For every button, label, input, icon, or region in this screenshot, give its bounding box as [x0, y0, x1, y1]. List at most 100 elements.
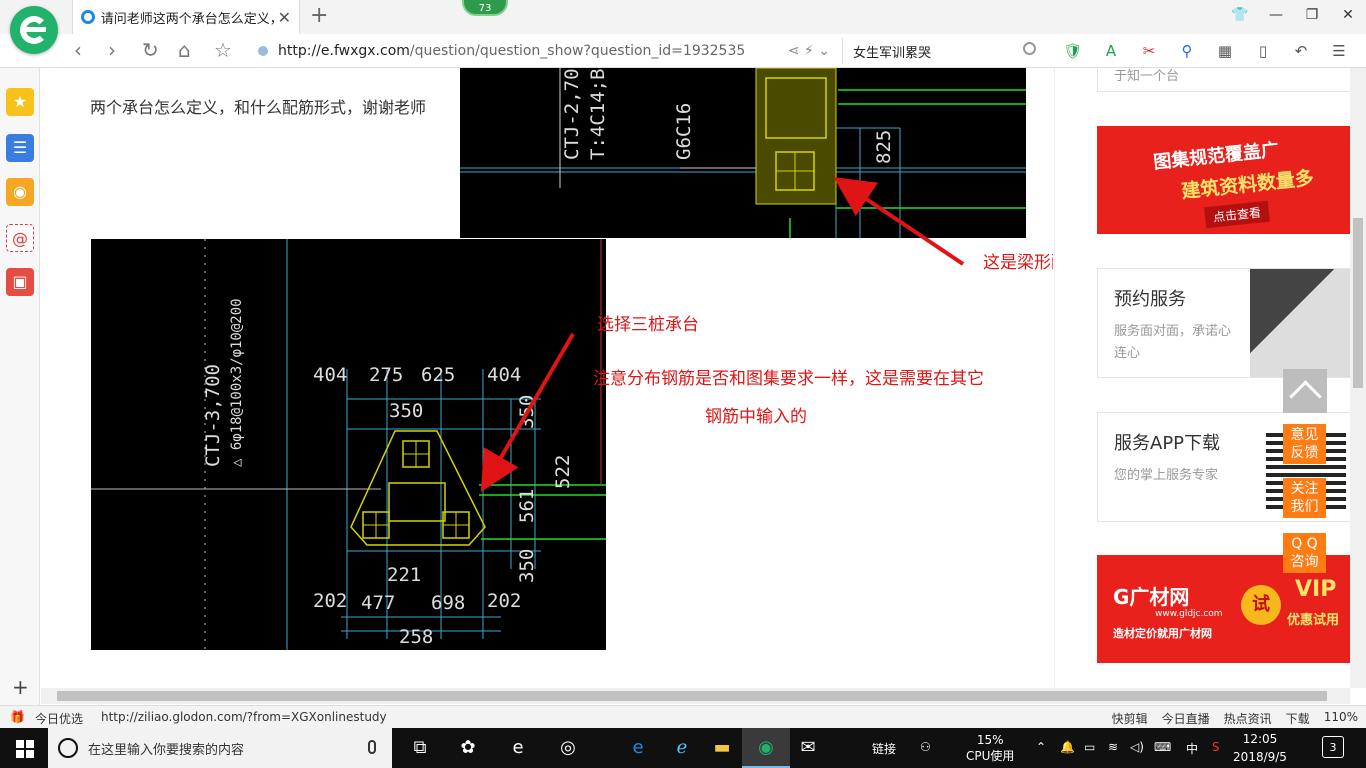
tab-title: 请问老师这两个承台怎么定义，谢谢老师 [100, 11, 278, 27]
qq-consult-button[interactable]: Q Q 咨询 [1283, 533, 1326, 573]
wifi-icon[interactable]: ≋ [1108, 740, 1118, 754]
follow-us-button[interactable]: 关注 我们 [1283, 478, 1326, 518]
address-bar[interactable]: http://e.fwxgx.com/question/question_sho… [258, 38, 838, 64]
handshake-image [1250, 269, 1350, 377]
links-label[interactable]: 链接 [872, 740, 896, 757]
gldjc-tagline: 造材定价就用广材网 [1113, 627, 1212, 640]
banner-atlas[interactable]: 图集规范覆盖广 建筑资料数量多 点击查看 [1097, 126, 1350, 234]
feedback-button[interactable]: 意见 反馈 [1283, 424, 1326, 464]
card-app-title: 服务APP下载 [1114, 433, 1221, 454]
restore-icon[interactable]: ❐ [1294, 0, 1330, 30]
reader-icon[interactable]: ▯ [1250, 38, 1276, 64]
shirt-icon[interactable]: 👕 [1222, 0, 1258, 30]
title-bar: 请问老师这两个承台怎么定义，谢谢老师 ✕ + 73 👕 — ❐ ✕ [0, 0, 1366, 34]
keyboard-icon[interactable]: ⌨ [1154, 740, 1171, 754]
undo-icon[interactable]: ↶ [1288, 38, 1314, 64]
microphone-icon[interactable] [368, 740, 376, 754]
magnifier-icon[interactable]: ⚲ [1174, 38, 1200, 64]
gldjc-logo: G广材网 [1113, 585, 1190, 609]
back-icon[interactable]: ‹ [74, 38, 82, 62]
browser-logo-icon[interactable] [10, 6, 58, 54]
card-appointment-sub: 服务面对面，承诺心连心 [1114, 324, 1232, 361]
refresh-icon[interactable]: ↻ [142, 38, 159, 62]
volume-icon[interactable]: ◁) [1130, 740, 1144, 754]
email-icon[interactable]: @ [6, 224, 34, 252]
gift-icon[interactable]: 🎁 [10, 710, 25, 727]
search-query: 女生军训累哭 [853, 45, 932, 61]
tray-chevron-icon[interactable]: ⌃ [1036, 740, 1046, 754]
top-card-text: 于知一个台 [1114, 69, 1180, 84]
horizontal-scroll-thumb[interactable] [57, 691, 1327, 701]
vertical-scroll-thumb[interactable] [1353, 218, 1363, 388]
edge-browser-icon[interactable]: e [494, 728, 542, 768]
start-button[interactable] [0, 728, 48, 768]
annotation-three-pile: 选择三桩承台 [597, 315, 699, 335]
card-app-sub: 您的掌上服务专家 [1114, 468, 1219, 483]
minimize-icon[interactable]: — [1258, 0, 1294, 30]
side-panel: ★ ☰ ◉ @ ▣ + [0, 68, 40, 705]
mail-icon[interactable]: ✉ [784, 728, 832, 768]
file-explorer-icon[interactable]: ▬ [698, 728, 746, 768]
status-bar: 🎁 今日优选 http://ziliao.glodon.com/?from=XG… [0, 705, 1366, 728]
top-card-partial[interactable]: 于知一个台 [1097, 68, 1350, 92]
translate-icon[interactable]: A [1098, 38, 1124, 64]
close-window-icon[interactable]: ✕ [1330, 0, 1366, 30]
shield-icon[interactable]: 🛡 [1060, 38, 1086, 64]
ime-indicator[interactable]: 中 [1186, 740, 1198, 757]
search-icon[interactable] [1023, 42, 1036, 55]
tab-close-icon[interactable]: ✕ [278, 8, 291, 27]
apps-grid-icon[interactable]: ▦ [1212, 38, 1238, 64]
edge-icon[interactable]: e [614, 728, 662, 768]
game-icon[interactable]: ▣ [6, 268, 34, 296]
taskbar-search-placeholder: 在这里输入你要搜索的内容 [88, 742, 245, 758]
battery-icon[interactable]: ▭ [1084, 740, 1095, 754]
reading-list-icon[interactable]: ☰ [6, 134, 34, 162]
card-appointment[interactable]: 预约服务 服务面对面，承诺心连心 [1097, 268, 1350, 378]
favorite-star-icon[interactable]: ☆ [214, 38, 232, 62]
new-tab-icon[interactable]: + [310, 3, 328, 28]
task-view-icon[interactable]: ⧉ [396, 728, 444, 768]
navigation-toolbar: ‹ › ↻ ⌂ ☆ http://e.fwxgx.com/question/qu… [0, 34, 1366, 68]
status-item[interactable]: 快剪辑 [1112, 710, 1148, 727]
home-icon[interactable]: ⌂ [178, 38, 191, 62]
cortana-icon [58, 738, 78, 758]
url-text: http://e.fwxgx.com/question/question_sho… [278, 43, 746, 59]
vertical-scrollbar[interactable] [1350, 68, 1366, 688]
taskbar-clock[interactable]: 12:05 2018/9/5 [1230, 730, 1290, 766]
notification-bell-icon[interactable]: 🔔 [1060, 740, 1075, 754]
pinwheel-app-icon[interactable]: ✿ [444, 728, 492, 768]
site-info-icon[interactable] [258, 46, 268, 56]
scissors-icon[interactable]: ✂ [1136, 38, 1162, 64]
status-item[interactable]: 下载 [1286, 710, 1310, 727]
notification-badge[interactable]: 73 [462, 0, 508, 16]
sogou-icon[interactable]: S [1212, 740, 1220, 754]
cpu-usage: 15% CPU使用 [966, 733, 1015, 763]
card-appointment-title: 预约服务 [1114, 289, 1186, 310]
trial-circle: 试 [1241, 585, 1281, 625]
gldjc-url: www.gldjc.com [1155, 609, 1223, 619]
windows-taskbar: 在这里输入你要搜索的内容 ⧉ ✿ e ◎ e ℯ ▬ ◉ ✉ 链接 ⚇ 15% C… [0, 728, 1366, 768]
browser-tab[interactable]: 请问老师这两个承台怎么定义，谢谢老师 ✕ [72, 0, 300, 34]
toolbar-icons: 🛡 A ✂ ⚲ ▦ ▯ ↶ ☰ [1060, 38, 1352, 64]
search-box[interactable]: 女生军训累哭 [842, 38, 1040, 64]
status-item[interactable]: 今日直播 [1162, 710, 1210, 727]
app-icon[interactable]: ◎ [544, 728, 592, 768]
annotation-beam-cap: 这是梁形配筋承台 [983, 253, 1053, 273]
main-content: 两个承台怎么定义，和什么配筋形式，谢谢老师 CTJ-2,70 T:4C14;B … [41, 68, 1053, 688]
today-picks[interactable]: 今日优选 [35, 710, 83, 727]
people-icon[interactable]: ⚇ [920, 740, 931, 754]
scroll-to-top-button[interactable] [1283, 369, 1327, 413]
favorites-star-icon[interactable]: ★ [6, 88, 34, 116]
horizontal-scrollbar[interactable] [41, 688, 1350, 704]
add-panel-icon[interactable]: + [12, 675, 29, 699]
status-item[interactable]: 热点资讯 [1224, 710, 1272, 727]
zoom-level[interactable]: 110% [1324, 710, 1358, 727]
action-center-icon[interactable]: 3 [1322, 736, 1344, 758]
forward-icon[interactable]: › [108, 38, 116, 62]
menu-icon[interactable]: ☰ [1326, 38, 1352, 64]
weibo-icon[interactable]: ◉ [6, 178, 34, 206]
banner-atlas-button[interactable]: 点击查看 [1204, 200, 1270, 229]
taskbar-search[interactable]: 在这里输入你要搜索的内容 [48, 728, 392, 768]
browser-360-icon[interactable]: ◉ [742, 728, 790, 768]
share-icon[interactable]: ⋖ ⚡ ⌄ [788, 43, 830, 59]
